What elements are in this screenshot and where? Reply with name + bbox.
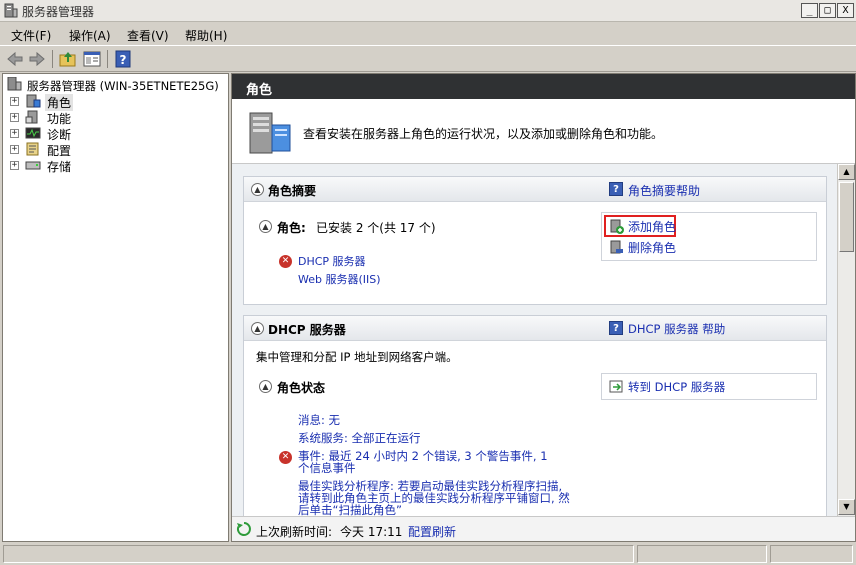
collapse-icon[interactable]: ▲ bbox=[259, 220, 272, 233]
navigation-tree: 服务器管理器 (WIN-35ETNETE25G) + 角色 + 功能 + 诊断 … bbox=[2, 73, 229, 542]
scroll-thumb[interactable] bbox=[839, 182, 854, 252]
refresh-status-line: 上次刷新时间: 今天 17:11 配置刷新 bbox=[232, 516, 855, 541]
toolbar-separator bbox=[107, 50, 108, 68]
menu-help[interactable]: 帮助(H) bbox=[185, 27, 227, 44]
minimize-button[interactable]: _ bbox=[801, 3, 818, 18]
goto-arrow-icon bbox=[609, 380, 623, 393]
collapse-icon[interactable]: ▲ bbox=[251, 322, 264, 335]
status-pane bbox=[637, 545, 767, 563]
dhcp-description: 集中管理和分配 IP 地址到网络客户端。 bbox=[256, 350, 458, 364]
scroll-up-button[interactable]: ▲ bbox=[838, 164, 855, 180]
role-link-web[interactable]: Web 服务器(IIS) bbox=[298, 271, 381, 287]
menu-bar: 文件(F) 操作(A) 查看(V) 帮助(H) bbox=[0, 23, 856, 45]
toolbar: ? bbox=[0, 45, 856, 72]
vertical-scrollbar[interactable]: ▲ ▼ bbox=[837, 164, 855, 516]
window-title: 服务器管理器 bbox=[22, 5, 95, 19]
role-link-dhcp[interactable]: DHCP 服务器 bbox=[298, 253, 366, 269]
remove-roles-icon bbox=[610, 240, 623, 254]
tree-item-label: 功能 bbox=[47, 112, 72, 126]
details-scroll-area: ▲ 角色摘要 ? 角色摘要帮助 ▲ 角色: 已安装 2 个(共 17 个) ✕ … bbox=[232, 164, 837, 516]
goto-box: 转到 DHCP 服务器 bbox=[601, 373, 817, 400]
roles-icon bbox=[26, 94, 41, 108]
maximize-button[interactable]: □ bbox=[819, 3, 836, 18]
configure-refresh-link[interactable]: 配置刷新 bbox=[408, 523, 456, 540]
configuration-icon bbox=[26, 142, 39, 156]
dhcp-help-link[interactable]: DHCP 服务器 帮助 bbox=[628, 321, 725, 337]
refresh-icon bbox=[236, 522, 251, 536]
tree-root-label: 服务器管理器 (WIN-35ETNETE25G) bbox=[27, 79, 219, 93]
show-hide-tree-icon[interactable] bbox=[82, 50, 102, 68]
close-button[interactable]: X bbox=[837, 3, 854, 18]
error-icon: ✕ bbox=[279, 451, 292, 464]
features-icon bbox=[25, 110, 38, 124]
server-manager-icon bbox=[4, 3, 18, 18]
menu-file[interactable]: 文件(F) bbox=[11, 27, 51, 44]
add-roles-link[interactable]: 添加角色 bbox=[628, 218, 676, 235]
intro-text: 查看安装在服务器上角色的运行状况，以及添加或删除角色和功能。 bbox=[303, 127, 664, 141]
toolbar-separator bbox=[52, 50, 53, 68]
collapse-icon[interactable]: ▲ bbox=[259, 380, 272, 393]
refresh-time: 今天 17:11 bbox=[340, 525, 403, 539]
role-summary-panel: ▲ 角色摘要 ? 角色摘要帮助 ▲ 角色: 已安装 2 个(共 17 个) ✕ … bbox=[243, 176, 827, 305]
scroll-down-button[interactable]: ▼ bbox=[838, 499, 855, 515]
content-header: 角色 bbox=[232, 74, 855, 99]
status-pane bbox=[3, 545, 634, 563]
dhcp-server-header: ▲ DHCP 服务器 ? DHCP 服务器 帮助 bbox=[244, 316, 826, 341]
title-bar: 服务器管理器 _ □ X bbox=[0, 0, 856, 22]
tree-item-label: 角色 bbox=[45, 94, 74, 111]
bpa-link-line3[interactable]: 后单击“扫描此角色” bbox=[298, 502, 402, 516]
up-folder-icon[interactable] bbox=[58, 50, 78, 68]
messages-link[interactable]: 消息: 无 bbox=[298, 412, 340, 428]
installed-count: 已安装 2 个(共 17 个) bbox=[316, 221, 436, 235]
help-icon: ? bbox=[609, 182, 623, 196]
role-summary-title: 角色摘要 bbox=[268, 184, 317, 198]
installed-label: 角色: bbox=[277, 221, 306, 235]
dhcp-server-panel: ▲ DHCP 服务器 ? DHCP 服务器 帮助 集中管理和分配 IP 地址到网… bbox=[243, 315, 827, 516]
role-status-title: 角色状态 bbox=[277, 381, 326, 395]
goto-dhcp-link[interactable]: 转到 DHCP 服务器 bbox=[628, 379, 725, 395]
expand-icon[interactable]: + bbox=[10, 161, 19, 170]
help-icon[interactable]: ? bbox=[113, 50, 133, 68]
error-icon: ✕ bbox=[279, 255, 292, 268]
server-manager-icon bbox=[7, 77, 22, 91]
roles-server-icon bbox=[249, 112, 291, 154]
role-actions-box: 添加角色 删除角色 bbox=[601, 212, 817, 261]
collapse-icon[interactable]: ▲ bbox=[251, 183, 264, 196]
svg-text:?: ? bbox=[120, 53, 127, 67]
role-summary-help-link[interactable]: 角色摘要帮助 bbox=[628, 182, 700, 199]
tree-item-label: 配置 bbox=[47, 144, 72, 158]
status-pane bbox=[770, 545, 853, 563]
forward-arrow-icon[interactable] bbox=[27, 50, 47, 68]
intro-section: 查看安装在服务器上角色的运行状况，以及添加或删除角色和功能。 bbox=[232, 99, 855, 164]
role-summary-header: ▲ 角色摘要 ? 角色摘要帮助 bbox=[244, 177, 826, 202]
expand-icon[interactable]: + bbox=[10, 113, 19, 122]
content-pane: 角色 查看安装在服务器上角色的运行状况，以及添加或删除角色和功能。 ▲ 角色摘要… bbox=[231, 73, 856, 542]
services-link[interactable]: 系统服务: 全部正在运行 bbox=[298, 430, 421, 446]
events-link-line2[interactable]: 个信息事件 bbox=[298, 460, 356, 476]
tree-item-label: 诊断 bbox=[47, 128, 72, 142]
expand-icon[interactable]: + bbox=[10, 129, 19, 138]
refresh-label: 上次刷新时间: bbox=[256, 525, 333, 539]
back-arrow-icon[interactable] bbox=[5, 50, 25, 68]
storage-icon bbox=[25, 161, 41, 170]
status-bar bbox=[0, 543, 856, 565]
expand-icon[interactable]: + bbox=[10, 145, 19, 154]
add-roles-icon bbox=[610, 219, 624, 234]
diagnostics-icon bbox=[25, 127, 41, 139]
expand-icon[interactable]: + bbox=[10, 97, 19, 106]
menu-view[interactable]: 查看(V) bbox=[127, 27, 169, 44]
dhcp-server-title: DHCP 服务器 bbox=[268, 323, 346, 337]
tree-item-label: 存储 bbox=[47, 160, 72, 174]
remove-roles-link[interactable]: 删除角色 bbox=[628, 239, 676, 256]
menu-action[interactable]: 操作(A) bbox=[69, 27, 111, 44]
help-icon: ? bbox=[609, 321, 623, 335]
